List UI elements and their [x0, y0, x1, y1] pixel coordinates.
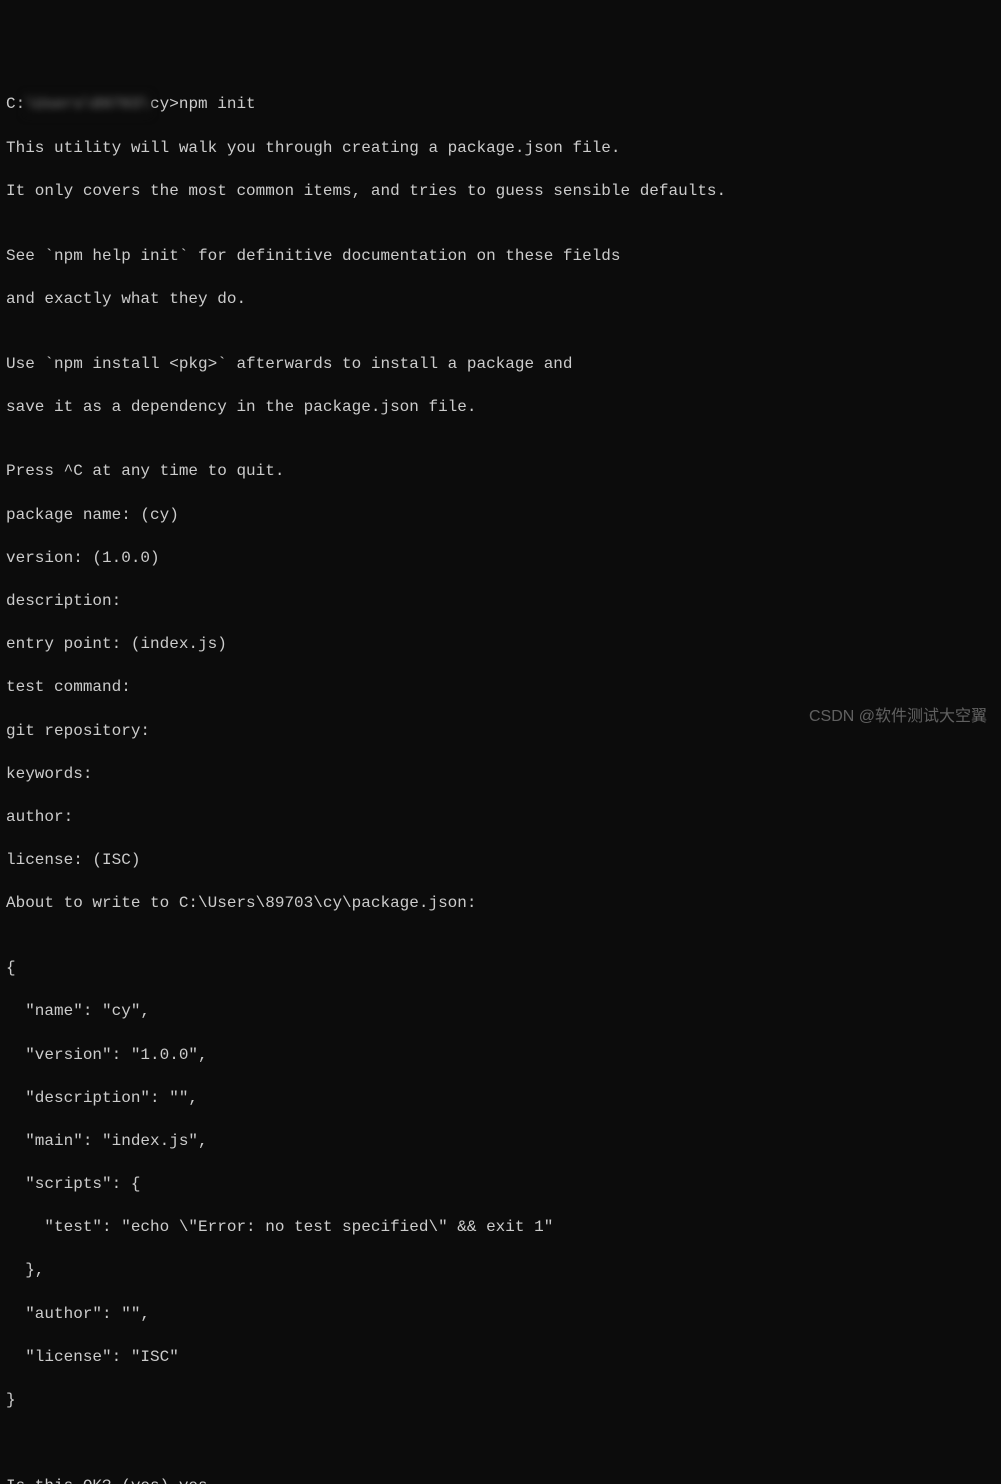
prompt-description: description:: [6, 591, 995, 613]
about-to-write: About to write to C:\Users\89703\cy\pack…: [6, 893, 995, 915]
output-line: This utility will walk you through creat…: [6, 138, 995, 160]
output-line: Press ^C at any time to quit.: [6, 461, 995, 483]
prompt-author: author:: [6, 807, 995, 829]
json-line: "test": "echo \"Error: no test specified…: [6, 1217, 995, 1239]
command-text: npm init: [179, 95, 256, 113]
json-line: },: [6, 1260, 995, 1282]
output-line: save it as a dependency in the package.j…: [6, 397, 995, 419]
prompt-redacted-path: \Users\89703\: [25, 94, 150, 116]
output-line: It only covers the most common items, an…: [6, 181, 995, 203]
prompt-license: license: (ISC): [6, 850, 995, 872]
terminal-output[interactable]: C:\Users\89703\cy>npm init This utility …: [6, 94, 995, 1484]
output-line: and exactly what they do.: [6, 289, 995, 311]
json-line: {: [6, 958, 995, 980]
json-line: }: [6, 1390, 995, 1412]
json-line: "version": "1.0.0",: [6, 1045, 995, 1067]
prompt-confirm: Is this OK? (yes) yes: [6, 1476, 995, 1484]
json-line: "scripts": {: [6, 1174, 995, 1196]
json-line: "name": "cy",: [6, 1001, 995, 1023]
json-line: "license": "ISC": [6, 1347, 995, 1369]
prompt-drive: C:: [6, 95, 25, 113]
output-line: Use `npm install <pkg>` afterwards to in…: [6, 354, 995, 376]
output-line: See `npm help init` for definitive docum…: [6, 246, 995, 268]
prompt-line: C:\Users\89703\cy>npm init: [6, 94, 995, 116]
prompt-package-name: package name: (cy): [6, 505, 995, 527]
prompt-keywords: keywords:: [6, 764, 995, 786]
watermark-text: CSDN @软件测试大空翼: [809, 706, 987, 728]
json-line: "description": "",: [6, 1088, 995, 1110]
prompt-test-command: test command:: [6, 677, 995, 699]
json-line: "author": "",: [6, 1304, 995, 1326]
prompt-version: version: (1.0.0): [6, 548, 995, 570]
prompt-entry-point: entry point: (index.js): [6, 634, 995, 656]
prompt-dir: cy>: [150, 95, 179, 113]
json-line: "main": "index.js",: [6, 1131, 995, 1153]
